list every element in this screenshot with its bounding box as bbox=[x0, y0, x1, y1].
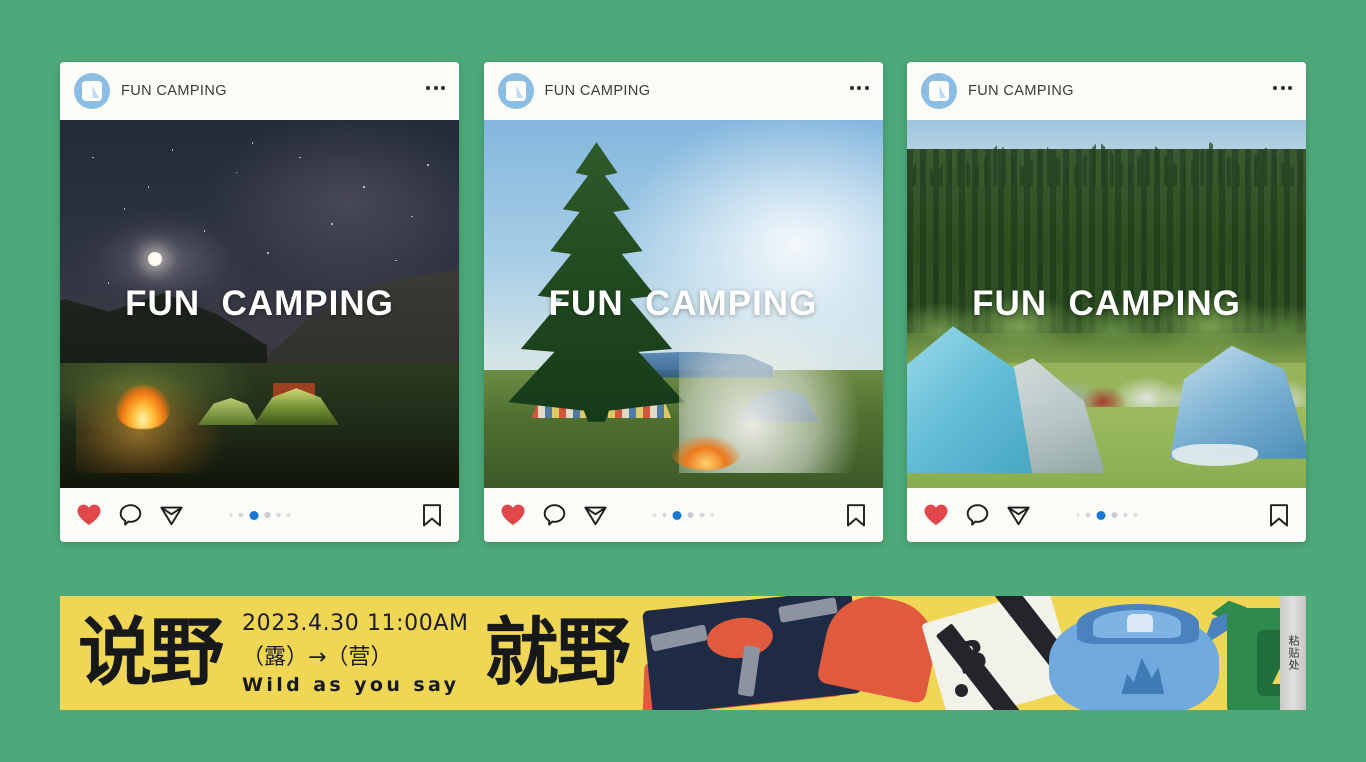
carousel-indicator[interactable] bbox=[652, 510, 714, 520]
event-subtitle-en: Wild as you say bbox=[242, 673, 460, 696]
banner-info-block: 2023.4.30 11:00AM （露）→（营） Wild as you sa… bbox=[242, 596, 469, 710]
like-icon[interactable] bbox=[923, 503, 949, 527]
post-header: FUN CAMPING bbox=[483, 62, 883, 120]
post-photo[interactable]: FUN CAMPING bbox=[60, 120, 459, 488]
post-actions bbox=[60, 488, 459, 542]
account-name[interactable]: FUN CAMPING bbox=[545, 83, 651, 99]
post-header: FUN CAMPING bbox=[60, 62, 459, 120]
tent-avatar-icon[interactable] bbox=[74, 73, 110, 109]
share-icon[interactable] bbox=[1006, 503, 1031, 528]
carousel-indicator[interactable] bbox=[1076, 510, 1137, 520]
post-card[interactable]: FUN CAMPING FUN CAMPING bbox=[483, 62, 883, 542]
paste-area-tab: 粘贴处 bbox=[1280, 596, 1306, 710]
event-datetime: 2023.4.30 11:00AM bbox=[242, 610, 469, 636]
account-name[interactable]: FUN CAMPING bbox=[968, 83, 1074, 99]
post-actions bbox=[483, 488, 883, 542]
photo-overlay-title: FUN CAMPING bbox=[972, 284, 1241, 323]
tent-avatar-icon[interactable] bbox=[921, 73, 957, 109]
camping-gear-illustration: B bbox=[637, 596, 1306, 710]
save-icon[interactable] bbox=[1268, 503, 1290, 528]
photo-overlay-title: FUN CAMPING bbox=[548, 284, 818, 323]
event-subtitle-cn: （露）→（营） bbox=[242, 644, 393, 670]
banner-headline-right: 就野 bbox=[484, 610, 631, 696]
post-card[interactable]: FUN CAMPING FUN CAMPING bbox=[60, 62, 459, 542]
account-name[interactable]: FUN CAMPING bbox=[121, 83, 227, 99]
share-icon[interactable] bbox=[583, 503, 608, 528]
comment-icon[interactable] bbox=[118, 503, 143, 528]
photo-overlay-title: FUN CAMPING bbox=[125, 284, 394, 323]
more-options-icon[interactable] bbox=[1273, 86, 1292, 96]
more-options-icon[interactable] bbox=[849, 86, 869, 96]
banner-headline-left: 说野 bbox=[78, 610, 224, 696]
like-icon[interactable] bbox=[500, 503, 526, 527]
save-icon[interactable] bbox=[421, 503, 443, 528]
like-icon[interactable] bbox=[76, 503, 102, 527]
tent-avatar-icon[interactable] bbox=[497, 73, 534, 109]
carousel-indicator[interactable] bbox=[229, 510, 290, 520]
share-icon[interactable] bbox=[159, 503, 184, 528]
paste-area-label: 粘贴处 bbox=[1287, 635, 1300, 671]
save-icon[interactable] bbox=[845, 503, 867, 528]
more-options-icon[interactable] bbox=[426, 86, 445, 96]
post-actions bbox=[907, 488, 1306, 542]
post-photo[interactable]: FUN CAMPING bbox=[907, 120, 1306, 488]
post-card[interactable]: FUN CAMPING FUN CAMPING bbox=[907, 62, 1306, 542]
comment-icon[interactable] bbox=[542, 503, 567, 528]
post-card-row: FUN CAMPING FUN CAMPING FUN CAMPING FUN … bbox=[60, 62, 1306, 542]
post-header: FUN CAMPING bbox=[907, 62, 1306, 120]
comment-icon[interactable] bbox=[965, 503, 990, 528]
event-banner: 说野 2023.4.30 11:00AM （露）→（营） Wild as you… bbox=[60, 596, 1306, 710]
post-photo[interactable]: FUN CAMPING bbox=[483, 120, 883, 488]
banner-headline-left-group: 说野 bbox=[60, 596, 224, 710]
